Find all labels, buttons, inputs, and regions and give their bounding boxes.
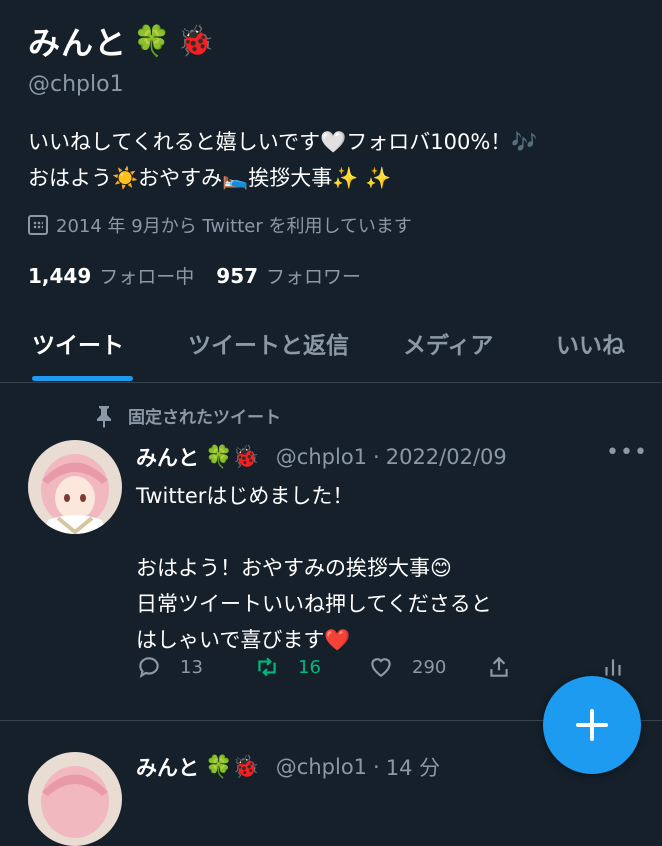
analytics-button[interactable] [600,654,626,680]
reply-count: 13 [180,656,203,678]
share-button[interactable] [486,654,512,680]
profile-bio: いいねしてくれると嬉しいです🤍フォロバ100%！🎶 おはよう☀️おやすみ🛌挨拶大… [28,124,648,196]
plus-icon [576,709,608,741]
following-label[interactable]: フォロー中 [99,262,194,289]
tweet-author-name[interactable]: みんと [136,752,199,782]
tweet-timestamp[interactable]: 14 分 [386,752,440,782]
avatar[interactable] [28,440,122,534]
calendar-icon [28,215,48,235]
tweet-header: みんと 🍀🐞 @chplo1 · 2022/02/09 [136,442,507,472]
avatar-image [28,752,122,846]
joined-text: 2014 年 9月から Twitter を利用しています [56,216,412,237]
clover-emoji: 🍀 [133,23,172,59]
like-button[interactable]: 290 [368,654,446,680]
tweet-actions: 13 16 290 [136,654,626,690]
reply-button[interactable]: 13 [136,654,203,680]
profile-handle: @chplo1 [28,72,124,97]
compose-tweet-button[interactable] [543,676,641,774]
analytics-icon [605,659,621,676]
joined-date: 2014 年 9月から Twitter を利用しています [28,212,412,238]
active-tab-indicator [32,376,133,381]
tab-likes[interactable]: いいね [556,326,625,360]
pinned-tweet-label: 固定されたツイート [92,403,281,428]
tweet-author-emojis: 🍀🐞 [205,754,260,780]
like-count: 290 [412,656,447,678]
ladybug-emoji: 🐞 [177,23,216,59]
profile-name: みんと 🍀 🐞 [28,18,216,64]
bio-line: いいねしてくれると嬉しいです🤍フォロバ100%！🎶 [28,130,538,154]
pinned-text: 固定されたツイート [128,408,281,428]
tweet-author-handle[interactable]: @chplo1 [276,755,367,779]
avatar[interactable] [28,752,122,846]
pin-icon [97,405,111,428]
heart-icon [371,658,391,677]
tab-tweets-and-replies[interactable]: ツイートと返信 [188,326,349,360]
tweet-author-name[interactable]: みんと [136,442,199,472]
profile-name-text: みんと [28,24,128,62]
following-count[interactable]: 1,449 [28,264,91,288]
retweet-count: 16 [298,656,321,678]
profile-tabs: ツイート ツイートと返信 メディア いいね [0,318,662,383]
more-icon[interactable]: ••• [606,440,648,465]
followers-label[interactable]: フォロワー [266,262,361,289]
tweet-author-handle[interactable]: @chplo1 [276,445,367,469]
tweet-meta-separator: · [373,445,380,469]
tweet-author-emojis: 🍀🐞 [205,444,260,470]
reply-icon [139,657,159,679]
share-icon [490,656,508,677]
tweet-text: Twitterはじめました！ おはよう！おやすみの挨拶大事😊 日常ツイートいいね… [136,484,492,652]
retweet-icon [258,657,276,677]
tweet-header: みんと 🍀🐞 @chplo1 · 14 分 [136,752,440,782]
bio-line: おはよう☀️おやすみ🛌挨拶大事✨ ✨ [28,166,392,190]
followers-count[interactable]: 957 [216,264,258,288]
tweet-timestamp[interactable]: 2022/02/09 [386,445,507,469]
avatar-image [28,440,122,534]
tab-tweets[interactable]: ツイート [32,326,124,360]
follow-stats: 1,449 フォロー中 957 フォロワー [28,262,375,289]
tweet-meta-separator: · [373,755,380,779]
retweet-button[interactable]: 16 [254,654,321,680]
tab-media[interactable]: メディア [403,326,493,360]
